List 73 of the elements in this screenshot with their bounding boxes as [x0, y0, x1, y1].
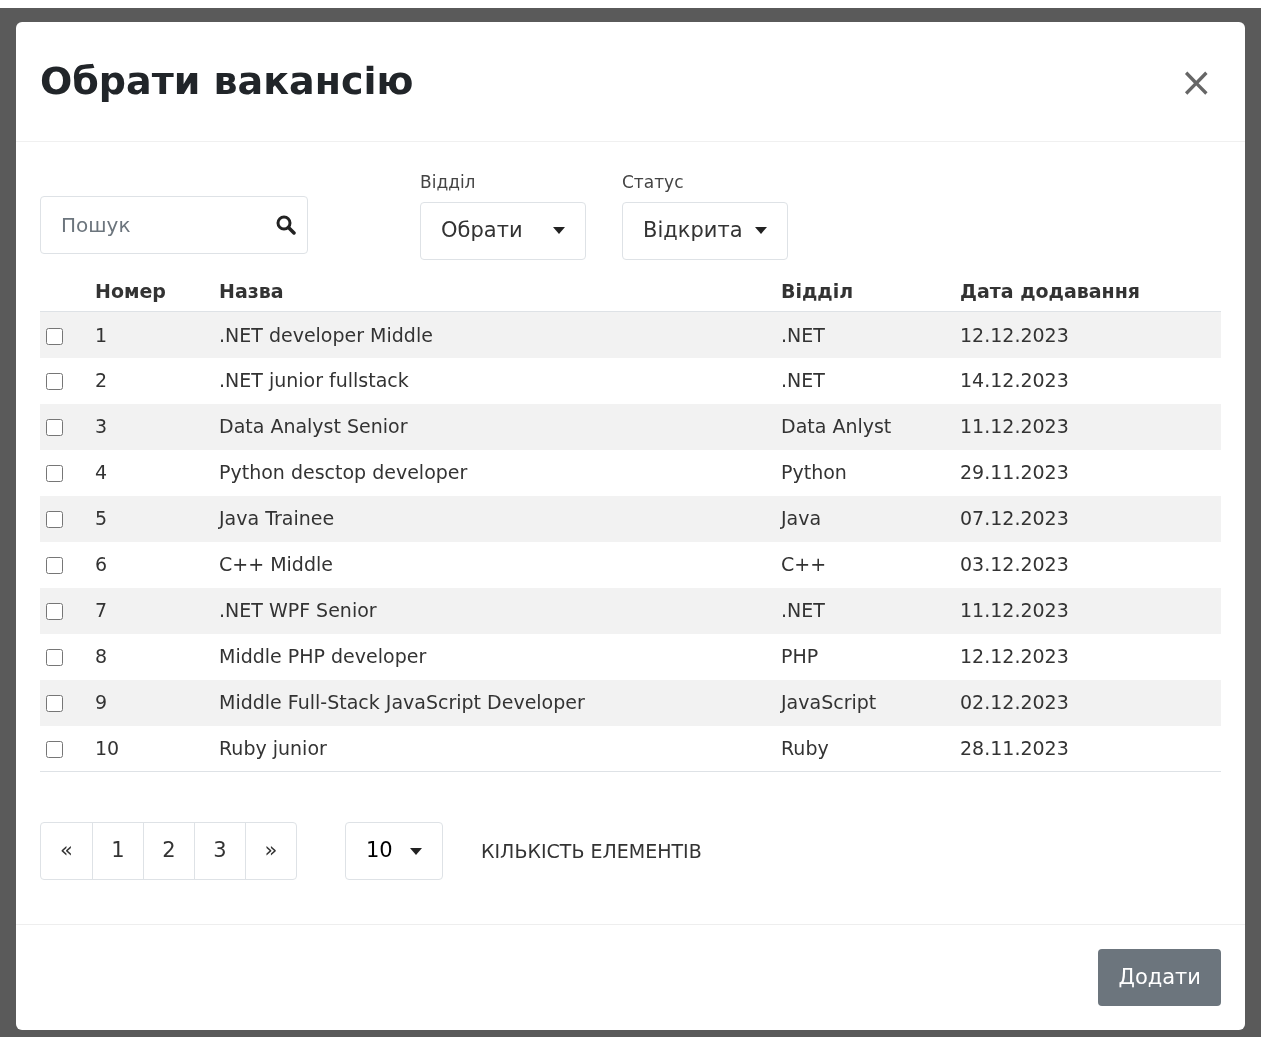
filter-select[interactable]: Відкрита	[622, 201, 788, 260]
column-header[interactable]: Дата додавання	[960, 280, 1141, 302]
table-cell: 07.12.2023	[960, 507, 1069, 530]
page-size-select[interactable]: 10	[345, 822, 443, 880]
table-cell: JavaScript	[781, 691, 877, 714]
table-cell: C++	[781, 553, 827, 576]
table-cell: 6	[95, 553, 108, 576]
table-cell: 5	[95, 507, 108, 530]
row-checkbox[interactable]	[46, 419, 63, 437]
row-checkbox[interactable]	[46, 327, 63, 345]
table-cell: 11.12.2023	[960, 599, 1069, 622]
page-link[interactable]: »	[245, 823, 296, 879]
table-cell: Middle Full-Stack JavaScript Developer	[219, 691, 585, 714]
row-checkbox[interactable]	[46, 741, 63, 758]
table-cell: 8	[95, 645, 108, 668]
table-cell: Python	[781, 461, 847, 484]
table-cell: .NET	[781, 369, 825, 392]
table-cell: 28.11.2023	[960, 737, 1069, 759]
row-checkbox[interactable]	[46, 603, 63, 621]
row-checkbox[interactable]	[46, 511, 63, 529]
page-link[interactable]: 2	[143, 823, 194, 879]
page-size-label: КІЛЬКІСТЬ ЕЛЕМЕНТІВ	[481, 838, 702, 864]
table-cell: 1	[95, 323, 108, 346]
caret-icon	[410, 847, 422, 855]
table-cell: 12.12.2023	[960, 645, 1069, 668]
search-icon	[276, 214, 296, 235]
table-cell: Data Analyst Senior	[219, 415, 408, 438]
table-cell: 29.11.2023	[960, 461, 1069, 484]
table-cell: 2	[95, 369, 108, 392]
table-cell: 7	[95, 599, 108, 622]
table-cell: Ruby	[781, 737, 829, 759]
table-cell: Java	[781, 507, 822, 530]
table-cell: PHP	[781, 645, 819, 668]
page-link[interactable]: 1	[92, 823, 143, 879]
close-button[interactable]: ×	[1179, 61, 1213, 102]
search-field[interactable]: Пошук	[40, 195, 308, 254]
modal-title: Обрати вакансію	[40, 58, 414, 105]
row-checkbox[interactable]	[46, 557, 63, 575]
filter-label: Відділ	[420, 171, 477, 194]
table-cell: 12.12.2023	[960, 323, 1069, 346]
table-cell: 11.12.2023	[960, 415, 1069, 438]
filter-select[interactable]: Обрати	[420, 201, 586, 260]
table-cell: 03.12.2023	[960, 553, 1069, 576]
add-button[interactable]: Додати	[1098, 949, 1221, 1006]
table-cell: Ruby junior	[219, 737, 327, 759]
table-cell: C++ Middle	[219, 553, 333, 576]
table-cell: Middle PHP developer	[219, 645, 427, 668]
caret-icon	[755, 227, 767, 234]
table-cell: Java Trainee	[219, 507, 335, 530]
row-checkbox[interactable]	[46, 465, 63, 483]
column-header[interactable]: Номер	[95, 280, 166, 302]
table-cell: 14.12.2023	[960, 369, 1069, 392]
table-cell: Data Anlyst	[781, 415, 892, 438]
table-cell: 3	[95, 415, 108, 438]
column-header[interactable]: Назва	[219, 280, 284, 302]
table-cell: .NET junior fullstack	[219, 369, 409, 392]
row-checkbox[interactable]	[46, 649, 63, 667]
table-cell: .NET developer Middle	[219, 323, 433, 346]
caret-icon	[553, 227, 565, 234]
row-checkbox[interactable]	[46, 373, 63, 391]
page-link[interactable]: «	[41, 823, 92, 879]
table-cell: Python desctop developer	[219, 461, 468, 484]
table-cell: 02.12.2023	[960, 691, 1069, 714]
table-cell: 9	[95, 691, 108, 714]
table-cell: 10	[95, 737, 120, 759]
table-cell: .NET	[781, 599, 825, 622]
table-cell: 4	[95, 461, 108, 484]
table-cell: .NET WPF Senior	[219, 599, 377, 622]
table-cell: .NET	[781, 323, 825, 346]
row-checkbox[interactable]	[46, 695, 63, 713]
filter-label: Статус	[622, 171, 685, 194]
column-header[interactable]: Відділ	[781, 280, 854, 302]
page-link[interactable]: 3	[194, 823, 245, 879]
